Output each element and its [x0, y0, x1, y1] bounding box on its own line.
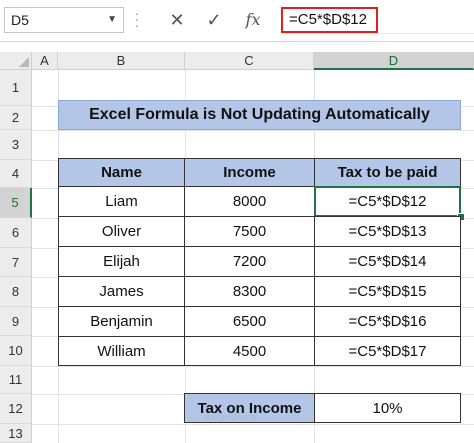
table-cell-income[interactable]: 8300	[184, 276, 315, 307]
table-cell-tax[interactable]: =C5*$D$17	[314, 336, 461, 366]
table-cell-name[interactable]: James	[58, 276, 185, 307]
formula-input[interactable]: =C5*$D$12	[281, 7, 378, 33]
table-header-tax[interactable]: Tax to be paid	[314, 158, 461, 187]
select-all-corner[interactable]	[0, 52, 32, 70]
table-cell-tax-selected[interactable]: =C5*$D$12	[314, 186, 461, 217]
name-box[interactable]: D5 ▼	[4, 7, 124, 33]
gridline-horizontal	[32, 366, 474, 367]
table-cell-name[interactable]: Elijah	[58, 246, 185, 277]
insert-function-icon[interactable]: fx	[238, 7, 268, 33]
watermark-logo: exceldemy	[205, 412, 258, 423]
enter-check-icon[interactable]: ✓	[199, 7, 229, 33]
row-header-10[interactable]: 10	[0, 336, 32, 366]
table-cell-tax[interactable]: =C5*$D$15	[314, 276, 461, 307]
table-cell-income[interactable]: 7500	[184, 216, 315, 247]
table-cell-name[interactable]: Liam	[58, 186, 185, 217]
tax-on-income-value[interactable]: 10%	[314, 393, 461, 423]
table-cell-income[interactable]: 4500	[184, 336, 315, 366]
row-header-5[interactable]: 5	[0, 188, 32, 218]
row-header-12[interactable]: 12	[0, 394, 32, 424]
row-header-13[interactable]: 13	[0, 424, 32, 443]
gridline-horizontal	[32, 424, 474, 425]
cancel-icon[interactable]: ✕	[162, 7, 192, 33]
formula-bar-area: D5 ▼ · · · ✕ ✓ fx =C5*$D$12	[0, 0, 474, 42]
row-header-8[interactable]: 8	[0, 277, 32, 307]
table-header-name[interactable]: Name	[58, 158, 185, 187]
drag-handle-icon[interactable]: · · ·	[132, 6, 142, 32]
formula-bar-underline	[281, 33, 474, 34]
table-cell-tax[interactable]: =C5*$D$14	[314, 246, 461, 277]
row-header-7[interactable]: 7	[0, 248, 32, 277]
table-cell-income[interactable]: 6500	[184, 306, 315, 337]
table-cell-name[interactable]: William	[58, 336, 185, 366]
table-cell-tax[interactable]: =C5*$D$13	[314, 216, 461, 247]
sheet-title[interactable]: Excel Formula is Not Updating Automatica…	[58, 100, 461, 130]
gridline-horizontal	[32, 130, 474, 131]
table-cell-tax[interactable]: =C5*$D$16	[314, 306, 461, 337]
row-header-1[interactable]: 1	[0, 70, 32, 106]
row-header-4[interactable]: 4	[0, 160, 32, 188]
row-header-3[interactable]: 3	[0, 130, 32, 160]
chevron-down-icon[interactable]: ▼	[107, 8, 117, 32]
table-cell-name[interactable]: Benjamin	[58, 306, 185, 337]
column-header-b[interactable]: B	[58, 52, 185, 70]
row-header-6[interactable]: 6	[0, 218, 32, 248]
name-box-value: D5	[11, 12, 29, 28]
column-header-a[interactable]: A	[32, 52, 58, 70]
table-cell-name[interactable]: Oliver	[58, 216, 185, 247]
row-header-2[interactable]: 2	[0, 106, 32, 130]
table-cell-income[interactable]: 8000	[184, 186, 315, 217]
column-header-d[interactable]: D	[314, 52, 474, 70]
row-header-9[interactable]: 9	[0, 307, 32, 336]
table-cell-income[interactable]: 7200	[184, 246, 315, 277]
table-header-income[interactable]: Income	[184, 158, 315, 187]
row-header-11[interactable]: 11	[0, 366, 32, 394]
column-header-c[interactable]: C	[185, 52, 314, 70]
